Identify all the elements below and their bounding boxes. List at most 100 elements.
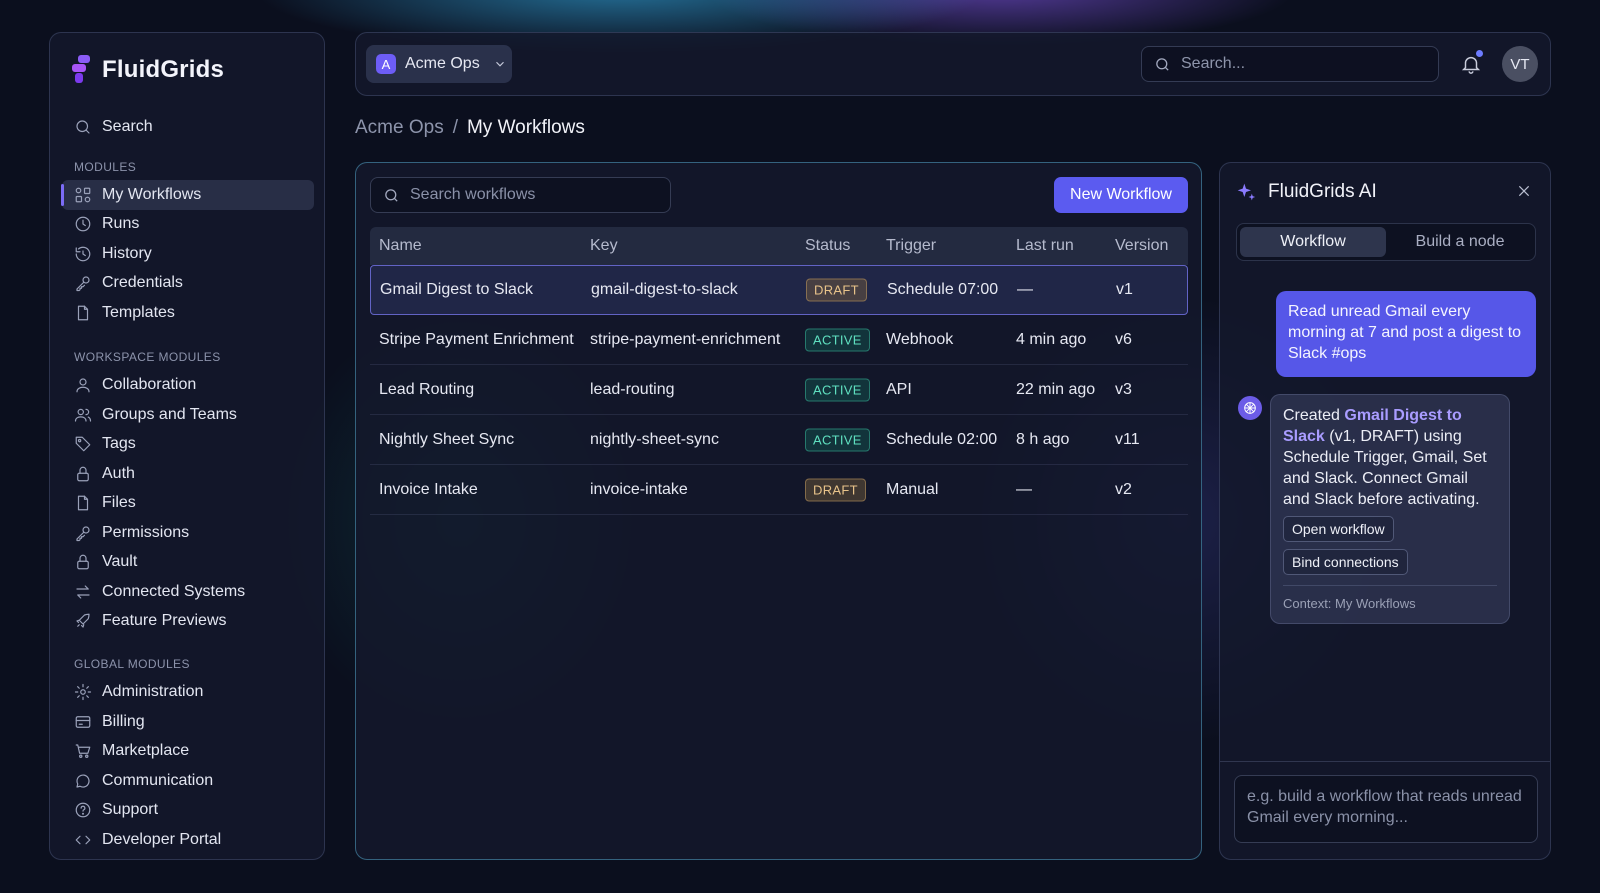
sidebar-item-label: My Workflows xyxy=(102,186,202,203)
chat-icon xyxy=(76,774,90,788)
cell-name: Nightly Sheet Sync xyxy=(379,430,515,448)
column-header-key[interactable]: Key xyxy=(590,237,618,255)
org-switcher[interactable]: A Acme Ops xyxy=(366,45,512,83)
sidebar-item-tags[interactable]: Tags xyxy=(62,429,314,459)
cart-icon xyxy=(75,744,91,758)
workflows-panel: Search workflows New Workflow Name Key S… xyxy=(355,162,1202,860)
sidebar-item-vault[interactable]: Vault xyxy=(62,547,314,577)
sidebar-item-label: Marketplace xyxy=(102,742,190,759)
tab-workflow[interactable]: Workflow xyxy=(1240,227,1386,257)
search-icon xyxy=(385,188,398,202)
sidebar-item-communication[interactable]: Communication xyxy=(62,766,314,796)
arrows-icon xyxy=(76,585,90,599)
brand-name: FluidGrids xyxy=(102,56,224,83)
sidebar-item-files[interactable]: Files xyxy=(62,488,314,518)
close-icon[interactable] xyxy=(1516,183,1532,199)
column-header-name[interactable]: Name xyxy=(379,237,422,255)
bind-connections-button[interactable]: Bind connections xyxy=(1283,549,1408,575)
sidebar-item-collaboration[interactable]: Collaboration xyxy=(62,370,314,400)
table-row[interactable]: Nightly Sheet Sync nightly-sheet-sync AC… xyxy=(370,415,1188,465)
sidebar-item-templates[interactable]: Templates xyxy=(62,298,314,328)
column-header-last-run[interactable]: Last run xyxy=(1016,237,1074,255)
sidebar-item-feature-previews[interactable]: Feature Previews xyxy=(62,606,314,636)
sidebar: FluidGrids Search MODULES My Workflows R… xyxy=(49,32,325,860)
table-row[interactable]: Stripe Payment Enrichment stripe-payment… xyxy=(370,315,1188,365)
sidebar-item-label: Developer Portal xyxy=(102,831,222,848)
sidebar-item-permissions[interactable]: Permissions xyxy=(62,518,314,548)
cell-name: Invoice Intake xyxy=(379,480,478,498)
cell-last-run: — xyxy=(1017,281,1033,298)
column-header-trigger[interactable]: Trigger xyxy=(886,237,936,255)
top-bar: A Acme Ops Search... VT xyxy=(355,32,1551,96)
ai-prompt-input[interactable]: e.g. build a workflow that reads unread … xyxy=(1234,775,1538,843)
cell-trigger: API xyxy=(886,380,912,398)
table-row[interactable]: Lead Routing lead-routing ACTIVE API 22 … xyxy=(370,365,1188,415)
workflow-search-placeholder: Search workflows xyxy=(410,186,536,203)
sidebar-item-connected-systems[interactable]: Connected Systems xyxy=(62,577,314,607)
help-icon xyxy=(75,802,91,818)
fluidgrids-logo-icon xyxy=(72,55,92,85)
status-badge: ACTIVE xyxy=(805,378,870,401)
ai-mode-toggle: Workflow Build a node xyxy=(1236,223,1536,261)
sidebar-item-history[interactable]: History xyxy=(62,239,314,269)
cell-key: gmail-digest-to-slack xyxy=(591,281,738,298)
sidebar-item-label: Feature Previews xyxy=(102,612,227,629)
cell-name: Stripe Payment Enrichment xyxy=(379,330,574,348)
sidebar-item-developer-portal[interactable]: Developer Portal xyxy=(62,825,314,855)
column-header-version[interactable]: Version xyxy=(1115,237,1168,255)
sidebar-item-label: Groups and Teams xyxy=(102,406,237,423)
workflow-icon xyxy=(75,187,91,203)
section-label-workspace: WORKSPACE MODULES xyxy=(74,350,221,364)
cell-last-run: 22 min ago xyxy=(1016,380,1096,398)
cell-version: v3 xyxy=(1115,380,1132,398)
history-icon xyxy=(75,246,91,262)
rocket-icon xyxy=(76,613,90,628)
table-row[interactable]: Invoice Intake invoice-intake DRAFT Manu… xyxy=(370,465,1188,515)
section-label-global: GLOBAL MODULES xyxy=(74,657,190,671)
brand[interactable]: FluidGrids xyxy=(72,55,224,85)
sidebar-item-label: History xyxy=(102,245,152,262)
sidebar-search-label: Search xyxy=(102,118,153,135)
code-icon xyxy=(75,835,91,845)
sidebar-item-administration[interactable]: Administration xyxy=(62,677,314,707)
cell-trigger: Schedule 07:00 xyxy=(887,281,999,298)
avatar[interactable]: VT xyxy=(1502,46,1538,82)
cell-key: lead-routing xyxy=(590,380,675,398)
sidebar-item-credentials[interactable]: Credentials xyxy=(62,268,314,298)
notification-dot xyxy=(1476,50,1483,57)
sidebar-item-label: Connected Systems xyxy=(102,583,246,600)
sidebar-item-label: Support xyxy=(102,801,159,818)
column-header-status[interactable]: Status xyxy=(805,237,850,255)
sidebar-search[interactable]: Search xyxy=(62,112,314,142)
sidebar-item-runs[interactable]: Runs xyxy=(62,209,314,239)
sidebar-item-billing[interactable]: Billing xyxy=(62,707,314,737)
status-badge: DRAFT xyxy=(806,278,867,302)
sidebar-item-auth[interactable]: Auth xyxy=(62,459,314,489)
global-search-input[interactable]: Search... xyxy=(1141,46,1439,82)
sidebar-item-my-workflows[interactable]: My Workflows xyxy=(61,180,314,210)
tab-build-a-node[interactable]: Build a node xyxy=(1387,227,1533,257)
table-row[interactable]: Gmail Digest to Slack gmail-digest-to-sl… xyxy=(370,265,1188,315)
sidebar-item-groups-and-teams[interactable]: Groups and Teams xyxy=(62,400,314,430)
tag-icon xyxy=(75,436,91,452)
sidebar-item-label: Templates xyxy=(102,304,175,321)
sidebar-item-label: Collaboration xyxy=(102,376,197,393)
open-workflow-button[interactable]: Open workflow xyxy=(1283,516,1394,542)
cell-key: stripe-payment-enrichment xyxy=(590,330,781,348)
workflow-search-input[interactable]: Search workflows xyxy=(370,177,671,213)
cell-last-run: — xyxy=(1016,480,1032,498)
cell-name: Lead Routing xyxy=(379,380,475,398)
sidebar-item-support[interactable]: Support xyxy=(62,795,314,825)
new-workflow-button[interactable]: New Workflow xyxy=(1054,177,1188,213)
org-name: Acme Ops xyxy=(405,55,480,72)
breadcrumb-parent[interactable]: Acme Ops xyxy=(355,117,444,139)
file-icon xyxy=(77,305,89,321)
cell-version: v11 xyxy=(1115,430,1140,448)
cell-trigger: Manual xyxy=(886,480,939,498)
sidebar-item-label: Permissions xyxy=(102,524,190,541)
ai-context-label: Context: My Workflows xyxy=(1283,596,1416,611)
sidebar-item-label: Tags xyxy=(102,435,136,452)
sidebar-item-marketplace[interactable]: Marketplace xyxy=(62,736,314,766)
notifications-bell-icon[interactable] xyxy=(1460,50,1483,75)
sidebar-item-label: Runs xyxy=(102,215,140,232)
